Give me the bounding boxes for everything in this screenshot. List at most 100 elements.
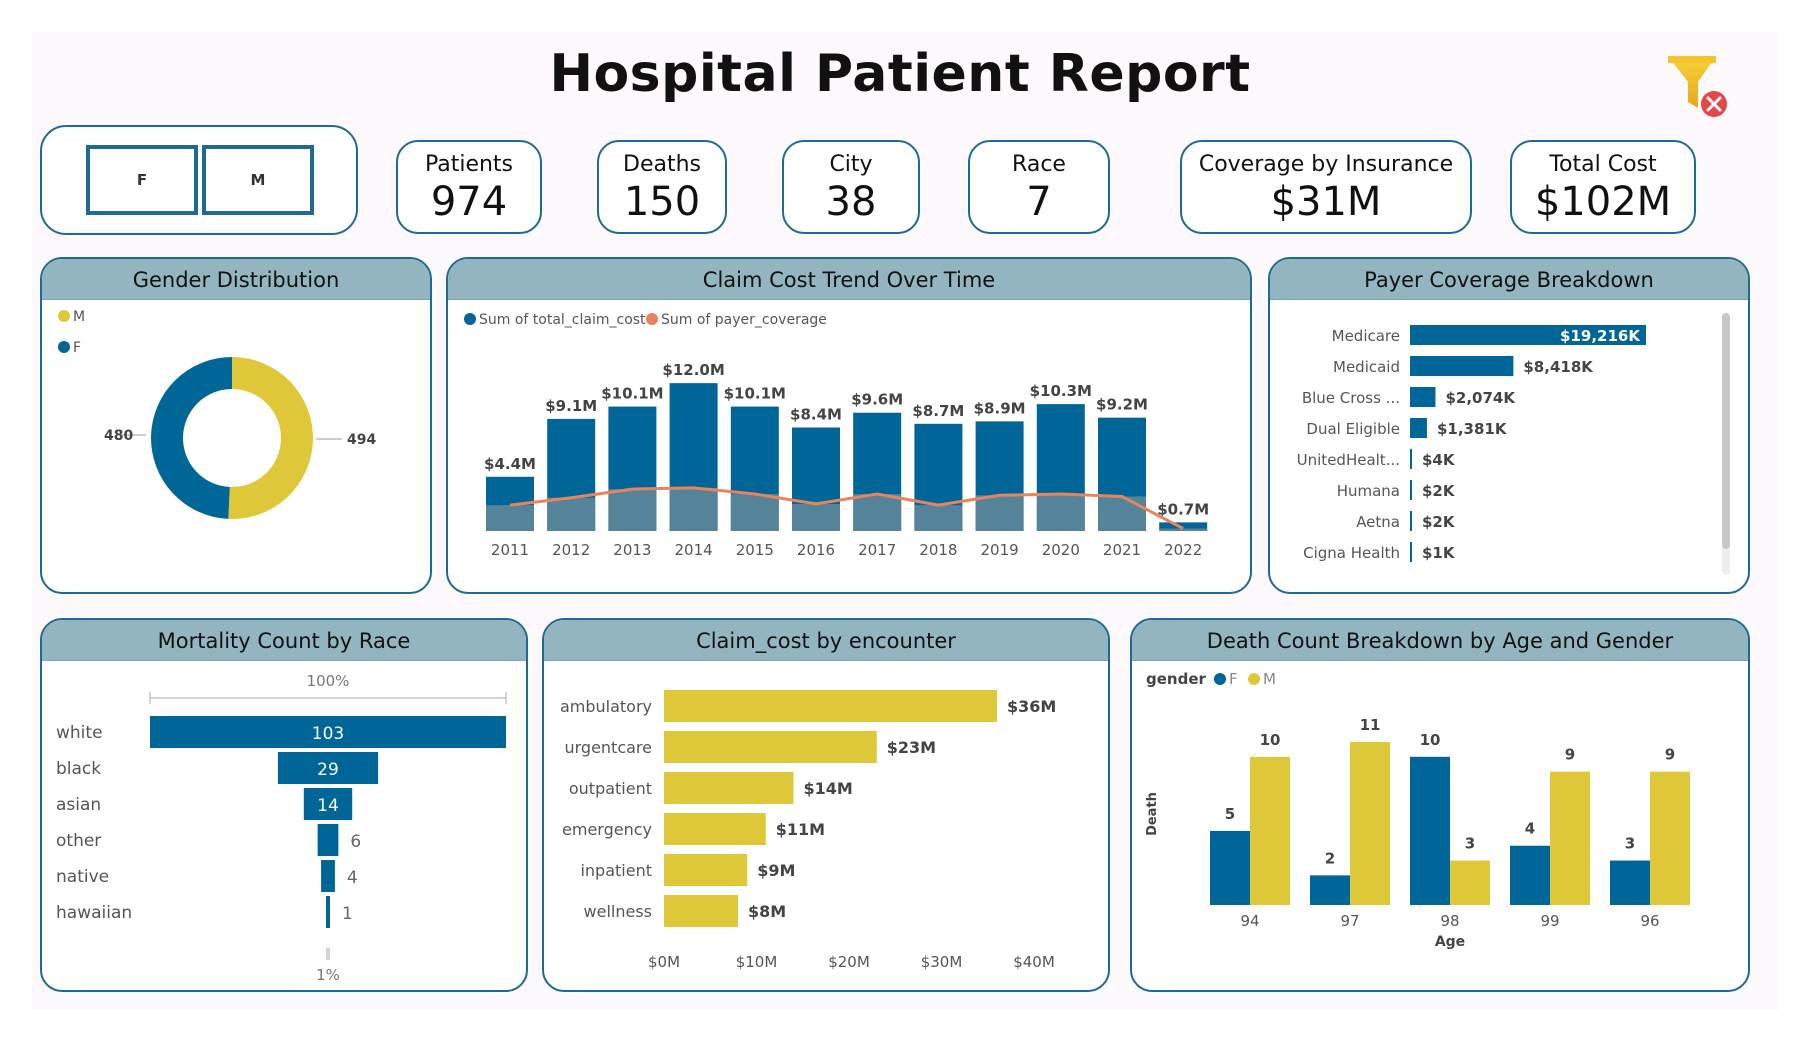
data-label: $12.0M xyxy=(662,361,724,379)
data-label: $36M xyxy=(1007,697,1056,716)
card-title: Payer Coverage Breakdown xyxy=(1270,259,1748,300)
x-axis-label: Age xyxy=(1435,934,1465,950)
death-age-gender-chart: gender F M51094211971039849993996AgeDeath xyxy=(1145,670,1690,950)
claim-cost-encounter-card: Claim_cost by encounter ambulatory $36M ur… xyxy=(542,618,1110,992)
y-tick-label: Medicaid xyxy=(1333,358,1400,376)
y-tick-label: black xyxy=(56,759,101,779)
data-label: $9.6M xyxy=(851,391,903,409)
data-label: $10.1M xyxy=(724,385,786,403)
death-bar-f xyxy=(1510,845,1550,905)
data-label: $1K xyxy=(1422,544,1456,562)
data-label: $4.4M xyxy=(484,455,536,473)
x-tick-label: 96 xyxy=(1640,912,1659,930)
kpi-label: Coverage by Insurance xyxy=(1198,152,1454,177)
data-label: $23M xyxy=(887,738,936,757)
data-label: $2,074K xyxy=(1445,389,1516,407)
encounter-bar xyxy=(664,772,794,804)
payer-bar xyxy=(1410,449,1412,469)
data-label: 10 xyxy=(1420,731,1441,749)
kpi-value: $31M xyxy=(1270,179,1382,225)
payer-bar xyxy=(1410,480,1412,500)
y-tick-label: UnitedHealt... xyxy=(1297,451,1400,469)
coverage-overlay xyxy=(975,495,1024,531)
x-tick-label: $30M xyxy=(921,953,963,971)
kpi-value: 7 xyxy=(1026,179,1052,225)
y-tick-label: ambulatory xyxy=(560,697,652,716)
funnel-bar xyxy=(317,824,339,856)
data-label: 14 xyxy=(317,796,339,816)
death-bar-f xyxy=(1310,875,1350,905)
data-label: 6 xyxy=(350,832,361,852)
scrollbar-thumb xyxy=(1722,313,1730,549)
data-label: 103 xyxy=(312,724,344,744)
data-label: $2K xyxy=(1422,482,1456,500)
card-title: Death Count Breakdown by Age and Gender xyxy=(1132,620,1748,661)
kpi-value: 38 xyxy=(825,179,877,225)
kpi-label: City xyxy=(829,152,873,177)
data-label: $19,216K xyxy=(1560,327,1641,345)
y-tick-label: Cigna Health xyxy=(1303,544,1400,562)
legend-label: Sum of total_claim_cost xyxy=(479,312,646,328)
claim-cost-trend-chart: Sum of total_claim_cost Sum of payer_cove… xyxy=(464,312,1209,559)
x-tick-label: 2015 xyxy=(736,541,774,559)
data-label: $14M xyxy=(804,779,853,798)
legend-label: Sum of payer_coverage xyxy=(661,312,827,328)
coverage-overlay xyxy=(914,505,963,531)
legend-marker xyxy=(464,313,476,325)
data-label: 4 xyxy=(347,868,358,888)
x-tick-label: $0M xyxy=(648,953,680,971)
coverage-overlay xyxy=(1036,494,1085,531)
kpi-label: Total Cost xyxy=(1549,152,1657,177)
card-title: Claim_cost by encounter xyxy=(544,620,1108,661)
y-tick-label: outpatient xyxy=(569,779,652,798)
clear-filter-icon[interactable] xyxy=(1664,52,1734,122)
data-label: $11M xyxy=(776,820,825,839)
data-label: $4K xyxy=(1422,451,1456,469)
funnel-bar xyxy=(326,896,330,928)
y-tick-label: native xyxy=(56,867,109,887)
data-label: $8.9M xyxy=(974,399,1026,417)
gender-donut-chart: MF 494 480 xyxy=(58,309,376,519)
data-label: 1 xyxy=(342,904,353,924)
encounter-bar xyxy=(664,895,738,927)
legend-title: gender xyxy=(1146,670,1207,688)
coverage-overlay xyxy=(1098,496,1146,531)
legend-label: M xyxy=(73,309,85,325)
gender-distribution-card: Gender Distribution M F 494 480 xyxy=(40,257,432,594)
gender-slicer: F M xyxy=(40,125,358,235)
legend-marker xyxy=(58,310,70,322)
card-title: Mortality Count by Race xyxy=(42,620,526,661)
y-tick-label: Medicare xyxy=(1332,327,1400,345)
payer-bar xyxy=(1410,356,1514,376)
slicer-option-m[interactable]: M xyxy=(202,145,314,215)
y-tick-label: white xyxy=(56,723,103,743)
data-label: $2K xyxy=(1422,513,1456,531)
coverage-overlay xyxy=(792,503,840,531)
coverage-overlay xyxy=(1159,528,1208,531)
x-tick-label: 2021 xyxy=(1103,541,1141,559)
y-tick-label: wellness xyxy=(584,902,652,921)
data-label: $8M xyxy=(748,902,786,921)
x-tick-label: 2013 xyxy=(613,541,651,559)
x-tick-label: 2012 xyxy=(552,541,590,559)
slicer-option-f[interactable]: F xyxy=(86,145,198,215)
x-tick-label: 2011 xyxy=(491,541,529,559)
x-tick-label: 2022 xyxy=(1164,541,1202,559)
data-label: $10.1M xyxy=(601,385,663,403)
coverage-overlay xyxy=(486,505,534,531)
x-tick-label: 98 xyxy=(1440,912,1459,930)
data-label: 3 xyxy=(1465,835,1475,853)
x-tick-label: 2019 xyxy=(981,541,1019,559)
data-label: $8,418K xyxy=(1523,358,1594,376)
data-label: 2 xyxy=(1325,849,1335,867)
y-tick-label: emergency xyxy=(562,820,652,839)
payer-bar xyxy=(1410,511,1412,531)
legend-marker xyxy=(1214,673,1226,685)
data-label: $8.7M xyxy=(912,402,964,420)
data-label: 494 xyxy=(347,432,376,448)
encounter-bar xyxy=(664,813,766,845)
y-tick-label: hawaiian xyxy=(56,903,132,923)
kpi-label: Race xyxy=(1012,152,1066,177)
kpi-total-cost: Total Cost $102M xyxy=(1510,140,1696,234)
death-bar-f xyxy=(1610,860,1650,905)
